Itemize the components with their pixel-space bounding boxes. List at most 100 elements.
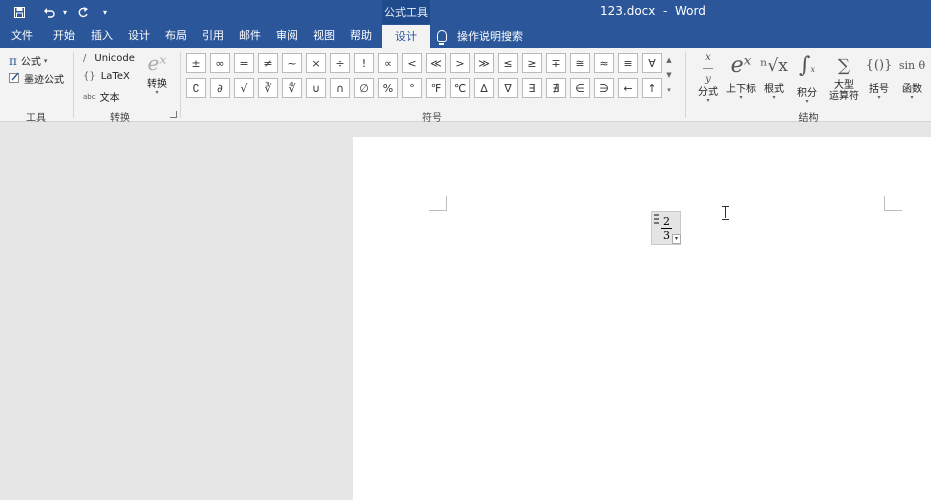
symbol-button[interactable]: ∜ — [282, 78, 302, 98]
fraction-button[interactable]: x ― y 分式 ▾ — [694, 52, 722, 104]
symbol-button[interactable]: ∁ — [186, 78, 206, 98]
bracket-icon: {()} — [865, 58, 893, 73]
tab-equation-design[interactable]: 设计 — [382, 25, 430, 48]
lightbulb-icon — [437, 30, 447, 45]
ink-equation-button[interactable]: 墨迹公式 — [9, 71, 64, 86]
equation-drag-handle[interactable] — [654, 214, 659, 226]
symbol-button[interactable]: ≪ — [426, 53, 446, 73]
symbol-button[interactable]: ∝ — [378, 53, 398, 73]
gallery-more-icon[interactable]: ▾ — [663, 83, 675, 98]
radical-label: 根式 — [764, 84, 784, 95]
symbol-button[interactable]: ° — [402, 78, 422, 98]
equation-options-dropdown-icon[interactable]: ▾ — [672, 234, 681, 244]
symbol-button[interactable]: ∋ — [594, 78, 614, 98]
symbol-button[interactable]: ℉ — [426, 78, 446, 98]
radical-button[interactable]: ⁿ√x 根式 ▾ — [759, 52, 789, 101]
tab-review[interactable]: 审阅 — [268, 24, 306, 48]
script-icon: eˣ — [730, 53, 752, 78]
symbol-button[interactable]: ~ — [282, 53, 302, 73]
tell-me-label: 操作说明搜索 — [457, 30, 523, 43]
symbol-button[interactable]: × — [306, 53, 326, 73]
redo-icon[interactable] — [72, 1, 94, 23]
equation-container[interactable]: 2 3 ▾ — [651, 211, 681, 245]
latex-option[interactable]: {} LaTeX — [83, 71, 130, 82]
large-operator-button[interactable]: ∑ 大型 运算符 — [825, 52, 863, 102]
symbol-button[interactable]: ∩ — [330, 78, 350, 98]
symbol-button[interactable]: ≫ — [474, 53, 494, 73]
symbol-button[interactable]: ∇ — [498, 78, 518, 98]
symbol-button[interactable]: ℃ — [450, 78, 470, 98]
symbol-button[interactable]: ∂ — [210, 78, 230, 98]
symbol-button[interactable]: ← — [618, 78, 638, 98]
symbol-button[interactable]: ∪ — [306, 78, 326, 98]
symbol-button[interactable]: ≡ — [618, 53, 638, 73]
script-button[interactable]: eˣ 上下标 ▾ — [724, 52, 758, 101]
symbol-button[interactable]: ! — [354, 53, 374, 73]
tab-design[interactable]: 设计 — [120, 24, 158, 48]
tab-mailings[interactable]: 邮件 — [231, 24, 269, 48]
text-option[interactable]: abc 文本 — [83, 89, 120, 105]
tab-file[interactable]: 文件 — [2, 24, 42, 48]
symbol-button[interactable]: ↑ — [642, 78, 662, 98]
convert-button[interactable]: eˣ 转换 ▾ — [142, 51, 172, 96]
symbol-button[interactable]: ∈ — [570, 78, 590, 98]
fraction-denominator[interactable]: 3 — [661, 229, 672, 242]
fraction-label: 分式 — [698, 87, 718, 98]
chevron-down-icon: ▾ — [706, 97, 710, 104]
tab-layout[interactable]: 布局 — [157, 24, 195, 48]
tell-me-search[interactable]: 操作说明搜索 — [437, 24, 523, 48]
document-page[interactable] — [353, 137, 931, 500]
equation-button[interactable]: π 公式 ▾ — [9, 53, 47, 69]
text-label: 文本 — [99, 93, 120, 104]
symbol-button[interactable]: ÷ — [330, 53, 350, 73]
ribbon-tab-row: 文件 开始 插入 设计 布局 引用 邮件 审阅 视图 帮助 设计 操作说明搜索 — [0, 24, 931, 48]
summation-icon: ∑ — [837, 56, 851, 76]
gallery-scroll[interactable]: ▲ ▼ ▾ — [663, 53, 675, 99]
symbol-button[interactable]: ∞ — [210, 53, 230, 73]
margin-corner-right — [884, 196, 902, 211]
bracket-label: 括号 — [869, 84, 889, 95]
customize-qat-icon[interactable]: ▾ — [100, 1, 110, 23]
symbol-button[interactable]: = — [234, 53, 254, 73]
chevron-down-icon: ▾ — [739, 94, 743, 101]
ink-equation-label: 墨迹公式 — [24, 75, 64, 86]
symbol-button[interactable]: % — [378, 78, 398, 98]
symbol-button[interactable]: √ — [234, 78, 254, 98]
integral-button[interactable]: ∫x 积分 ▾ — [792, 52, 822, 105]
symbol-button[interactable]: ∀ — [642, 53, 662, 73]
symbol-button[interactable]: < — [402, 53, 422, 73]
save-icon[interactable] — [8, 1, 30, 23]
symbol-button[interactable]: ≥ — [522, 53, 542, 73]
symbol-button[interactable]: ≤ — [498, 53, 518, 73]
bracket-button[interactable]: {()} 括号 ▾ — [865, 52, 893, 101]
function-button[interactable]: sin θ 函数 ▾ — [896, 52, 928, 101]
tab-references[interactable]: 引用 — [194, 24, 232, 48]
tab-view[interactable]: 视图 — [305, 24, 343, 48]
tab-home[interactable]: 开始 — [45, 24, 83, 48]
undo-dropdown-icon[interactable]: ▾ — [60, 1, 70, 23]
symbols-gallery: ± ∞ = ≠ ~ × ÷! ∝ < ≪ > ≫ ≤ ≥ ∓ ≅ ≈ ≡ ∀ ∁ ∂ √ ∛ ∜ ∪ ∩ ∅% ° ℉ ℃ ∆ ∇ ∃ ∄ ∈ ∋ ← ↑ — [186, 53, 668, 103]
integral-label: 积分 — [797, 88, 817, 99]
symbol-button[interactable]: ∆ — [474, 78, 494, 98]
symbol-button[interactable]: ≠ — [258, 53, 278, 73]
symbol-button[interactable]: ∓ — [546, 53, 566, 73]
fraction[interactable]: 2 3 — [661, 215, 672, 242]
tab-insert[interactable]: 插入 — [83, 24, 121, 48]
tab-help[interactable]: 帮助 — [342, 24, 380, 48]
gallery-up-icon[interactable]: ▲ — [663, 53, 675, 68]
symbol-button[interactable]: ∛ — [258, 78, 278, 98]
symbol-button[interactable]: ± — [186, 53, 206, 73]
symbol-button[interactable]: ≈ — [594, 53, 614, 73]
symbol-button[interactable]: ≅ — [570, 53, 590, 73]
symbol-button[interactable]: ∃ — [522, 78, 542, 98]
undo-icon[interactable] — [38, 1, 60, 23]
dialog-launcher-icon[interactable] — [170, 111, 177, 118]
unicode-option[interactable]: / Unicode — [83, 53, 135, 64]
fraction-numerator[interactable]: 2 — [661, 215, 672, 228]
gallery-down-icon[interactable]: ▼ — [663, 68, 675, 83]
chevron-down-icon: ▾ — [910, 94, 914, 101]
symbol-button[interactable]: ∅ — [354, 78, 374, 98]
ink-equation-icon — [9, 72, 20, 86]
symbol-button[interactable]: ∄ — [546, 78, 566, 98]
symbol-button[interactable]: > — [450, 53, 470, 73]
